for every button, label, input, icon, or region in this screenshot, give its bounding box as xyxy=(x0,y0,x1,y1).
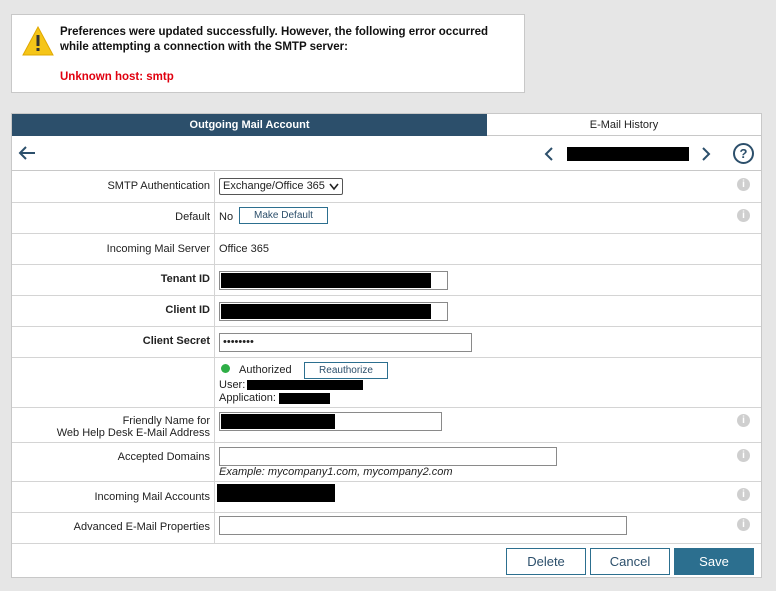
auth-user-label: User: xyxy=(219,379,246,391)
default-value: No xyxy=(219,211,234,223)
friendly-name-label-line1: Friendly Name for xyxy=(122,415,210,427)
status-dot-icon xyxy=(221,364,230,373)
tab-bar: Outgoing Mail Account E-Mail History xyxy=(12,114,761,136)
row-advanced-email-properties: Advanced E-Mail Properties i xyxy=(12,513,761,544)
cancel-button[interactable]: Cancel xyxy=(590,548,670,575)
settings-panel: Outgoing Mail Account E-Mail History ? S… xyxy=(11,113,762,578)
reauthorize-button[interactable]: Reauthorize xyxy=(304,362,388,379)
redacted-friendly-name xyxy=(221,414,335,429)
incoming-mail-server-label: Incoming Mail Server xyxy=(106,243,210,255)
info-icon[interactable]: i xyxy=(737,488,750,501)
row-tenant-id: Tenant ID xyxy=(12,265,761,296)
row-client-secret: Client Secret •••••••• xyxy=(12,327,761,358)
redacted-account-name xyxy=(567,147,689,161)
delete-button[interactable]: Delete xyxy=(506,548,586,575)
warning-icon xyxy=(22,26,54,56)
info-icon[interactable]: i xyxy=(737,518,750,531)
auth-application-label: Application: xyxy=(219,392,276,404)
smtp-authentication-value: Exchange/Office 365 xyxy=(223,180,325,192)
alert-error: Unknown host: smtp xyxy=(60,71,174,83)
incoming-mail-accounts-label: Incoming Mail Accounts xyxy=(94,491,210,503)
auth-status: Authorized xyxy=(239,364,292,376)
row-client-id: Client ID xyxy=(12,296,761,327)
smtp-authentication-label: SMTP Authentication xyxy=(107,180,210,192)
advanced-email-properties-input[interactable] xyxy=(219,516,627,535)
row-incoming-mail-accounts: Incoming Mail Accounts i xyxy=(12,482,761,513)
redacted-user xyxy=(247,380,363,390)
back-arrow-icon[interactable] xyxy=(18,145,36,161)
row-incoming-mail-server: Incoming Mail Server Office 365 xyxy=(12,234,761,265)
chevron-right-icon[interactable] xyxy=(700,147,712,161)
row-smtp-authentication: SMTP Authentication Exchange/Office 365 … xyxy=(12,172,761,203)
info-icon[interactable]: i xyxy=(737,178,750,191)
client-secret-label: Client Secret xyxy=(142,335,210,347)
redacted-incoming-accounts xyxy=(217,484,335,502)
save-button[interactable]: Save xyxy=(674,548,754,575)
chevron-down-icon xyxy=(329,183,339,191)
accepted-domains-hint: Example: mycompany1.com, mycompany2.com xyxy=(219,466,453,478)
info-icon[interactable]: i xyxy=(737,209,750,222)
info-icon[interactable]: i xyxy=(737,414,750,427)
redacted-tenant-id xyxy=(221,273,431,288)
row-friendly-name: Friendly Name for Web Help Desk E-Mail A… xyxy=(12,408,761,443)
tenant-id-label: Tenant ID xyxy=(160,273,210,285)
nav-bar: ? xyxy=(12,136,761,171)
make-default-button[interactable]: Make Default xyxy=(239,207,328,224)
accepted-domains-input[interactable] xyxy=(219,447,557,466)
client-secret-input[interactable]: •••••••• xyxy=(219,333,472,352)
row-accepted-domains: Accepted Domains Example: mycompany1.com… xyxy=(12,443,761,482)
row-default: Default No Make Default i xyxy=(12,203,761,234)
incoming-mail-server-value: Office 365 xyxy=(219,243,269,255)
redacted-client-id xyxy=(221,304,431,319)
advanced-email-properties-label: Advanced E-Mail Properties xyxy=(73,521,210,533)
friendly-name-label-line2: Web Help Desk E-Mail Address xyxy=(56,427,210,439)
row-authorization: Authorized Reauthorize User: Application… xyxy=(12,358,761,408)
alert-message: Preferences were updated successfully. H… xyxy=(60,26,488,53)
alert-box: Preferences were updated successfully. H… xyxy=(11,14,525,93)
tab-outgoing-mail-account[interactable]: Outgoing Mail Account xyxy=(12,114,487,136)
tab-email-history[interactable]: E-Mail History xyxy=(487,114,761,136)
help-icon[interactable]: ? xyxy=(733,143,754,164)
redacted-application xyxy=(279,393,330,404)
default-label: Default xyxy=(175,211,210,223)
smtp-authentication-select[interactable]: Exchange/Office 365 xyxy=(219,178,343,195)
info-icon[interactable]: i xyxy=(737,449,750,462)
client-id-label: Client ID xyxy=(165,304,210,316)
chevron-left-icon[interactable] xyxy=(543,147,555,161)
accepted-domains-label: Accepted Domains xyxy=(117,451,210,463)
